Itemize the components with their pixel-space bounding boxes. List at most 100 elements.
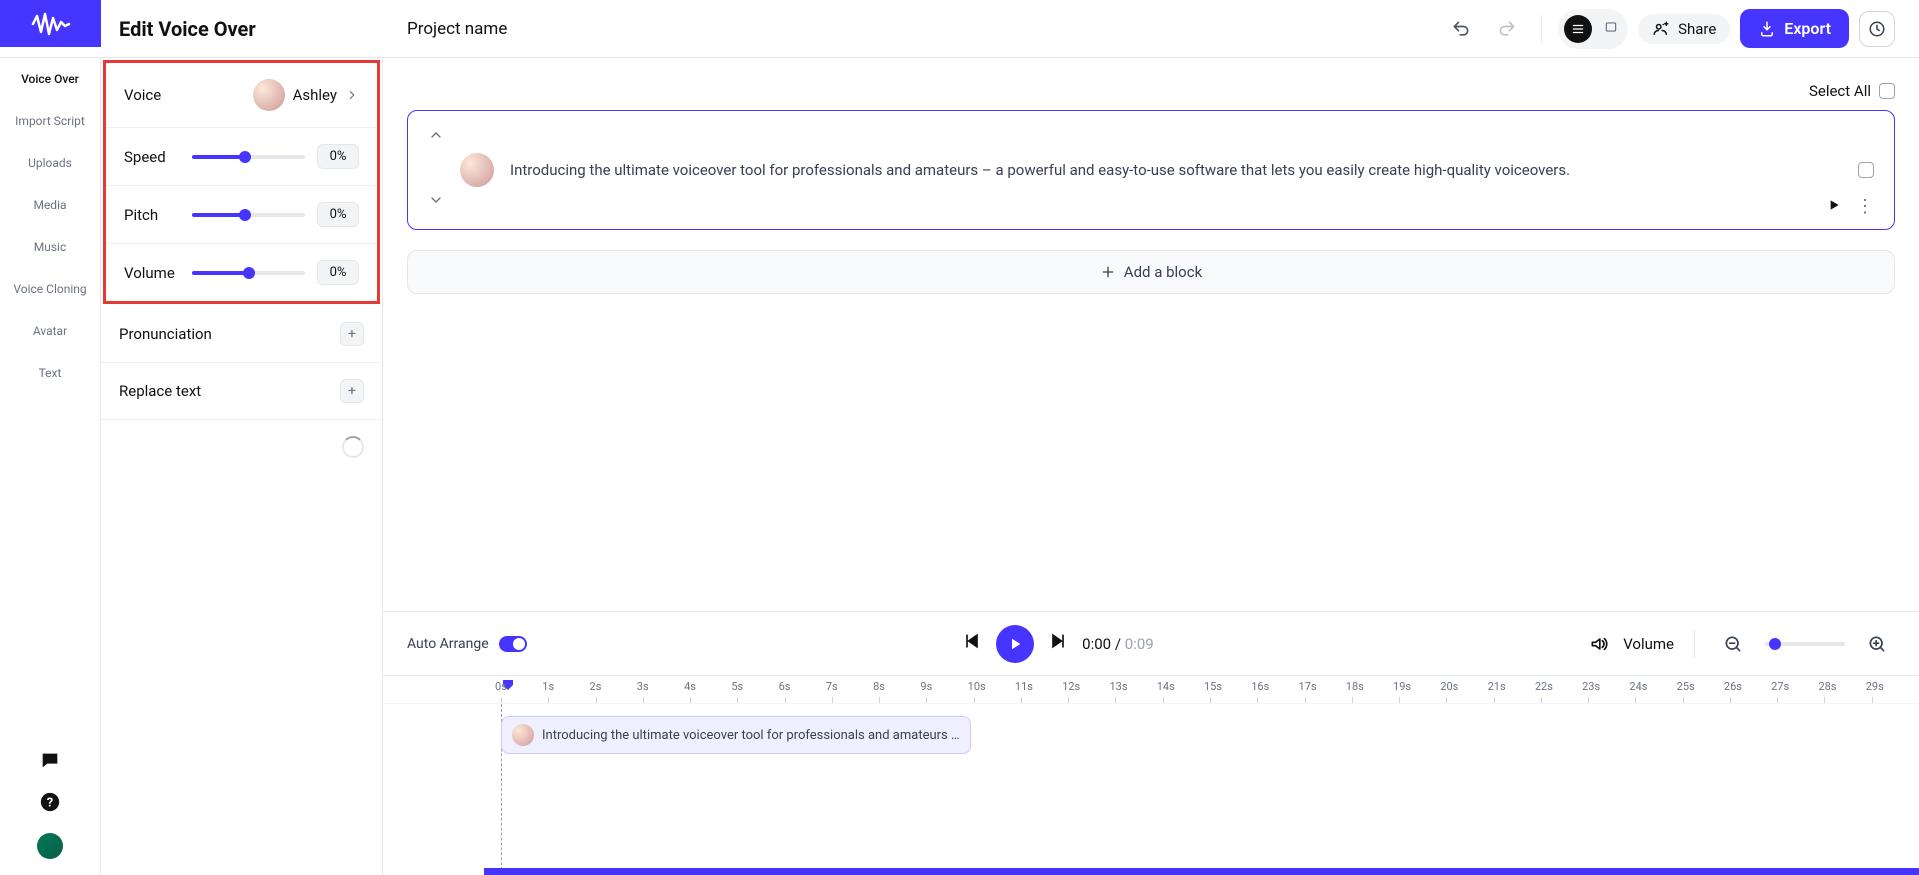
block-checkbox[interactable] xyxy=(1858,162,1874,178)
topbar: Edit Voice Over Share xyxy=(0,0,1919,58)
pitch-value: 0% xyxy=(317,202,359,227)
pronunciation-label: Pronunciation xyxy=(119,325,212,343)
nav-media[interactable]: Media xyxy=(0,184,100,226)
view-mode-toggle[interactable] xyxy=(1558,9,1628,49)
svg-text:?: ? xyxy=(47,796,53,811)
highlighted-region: Voice Ashley Speed 0% Pitc xyxy=(103,60,380,304)
tick: 0s xyxy=(501,676,548,703)
add-replace-button[interactable]: + xyxy=(340,379,364,403)
skip-back-button[interactable] xyxy=(962,631,982,656)
pitch-slider[interactable] xyxy=(192,213,305,217)
clip-text: Introducing the ultimate voiceover tool … xyxy=(542,728,960,743)
transport-right: Volume xyxy=(1589,626,1895,662)
nav-music[interactable]: Music xyxy=(0,226,100,268)
project-name-input[interactable] xyxy=(407,19,647,39)
nav-text[interactable]: Text xyxy=(0,352,100,394)
current-time: 0:00 xyxy=(1082,635,1111,653)
separator xyxy=(1541,15,1542,43)
skip-back-icon xyxy=(962,631,982,651)
nav-voice-over[interactable]: Voice Over xyxy=(0,58,100,100)
pronunciation-row: Pronunciation + xyxy=(101,306,382,363)
volume-label: Volume xyxy=(124,264,180,282)
skip-forward-icon xyxy=(1048,631,1068,651)
canvas-scroll: Select All Introducing the ultimate voic… xyxy=(383,58,1919,611)
auto-arrange-label: Auto Arrange xyxy=(407,636,489,652)
zoom-in-icon xyxy=(1867,634,1887,654)
timeline-tracks[interactable]: Introducing the ultimate voiceover tool … xyxy=(383,704,1919,875)
play-icon xyxy=(1826,197,1842,213)
separator xyxy=(1694,630,1695,658)
play-button[interactable] xyxy=(996,625,1034,663)
help-icon: ? xyxy=(39,791,61,813)
replace-text-label: Replace text xyxy=(119,382,201,400)
auto-arrange-toggle[interactable] xyxy=(499,636,527,652)
zoom-out-button[interactable] xyxy=(1715,626,1751,662)
panel-title: Edit Voice Over xyxy=(101,0,383,57)
nav-import-script[interactable]: Import Script xyxy=(0,100,100,142)
zoom-in-button[interactable] xyxy=(1859,626,1895,662)
zoom-out-icon xyxy=(1723,634,1743,654)
select-all-checkbox[interactable] xyxy=(1879,83,1895,99)
block-more-button[interactable]: ⋮ xyxy=(1856,196,1874,217)
chat-icon xyxy=(39,749,61,771)
speed-slider[interactable] xyxy=(192,155,305,159)
move-up-button[interactable] xyxy=(428,127,444,148)
side-panel: Voice Ashley Speed 0% Pitc xyxy=(101,58,383,875)
block-play-button[interactable] xyxy=(1826,197,1842,217)
block-text[interactable]: Introducing the ultimate voiceover tool … xyxy=(510,159,1842,182)
top-actions: Share Export xyxy=(1443,9,1895,49)
export-button[interactable]: Export xyxy=(1740,9,1849,48)
timeline-ruler[interactable]: 0s 1s 2s 3s 4s 5s 6s 7s 8s 9s 10s 11s 12… xyxy=(383,676,1919,704)
chevron-up-icon xyxy=(428,127,444,143)
time-display: 0:00 / 0:09 xyxy=(1082,635,1154,653)
speed-value: 0% xyxy=(317,144,359,169)
loading-row xyxy=(101,420,382,474)
add-pronunciation-button[interactable]: + xyxy=(340,322,364,346)
waveform-icon xyxy=(31,12,71,36)
chevron-down-icon xyxy=(428,192,444,208)
speed-label: Speed xyxy=(124,148,180,166)
redo-button[interactable] xyxy=(1489,11,1525,47)
pitch-label: Pitch xyxy=(124,206,180,224)
voice-row: Voice Ashley xyxy=(106,63,377,128)
add-block-button[interactable]: Add a block xyxy=(407,250,1895,294)
chat-button[interactable] xyxy=(39,749,61,775)
voice-name: Ashley xyxy=(293,86,337,104)
track-scrollbar[interactable] xyxy=(484,868,1919,875)
chevron-right-icon xyxy=(345,88,359,102)
volume-slider[interactable] xyxy=(192,271,305,275)
plus-icon xyxy=(1100,264,1116,280)
app-logo[interactable] xyxy=(0,0,101,47)
add-block-label: Add a block xyxy=(1124,263,1202,281)
volume-label: Volume xyxy=(1623,635,1674,653)
history-button[interactable] xyxy=(1859,11,1895,47)
zoom-slider[interactable] xyxy=(1765,642,1845,646)
redo-icon xyxy=(1497,19,1517,39)
project-header: Share Export xyxy=(383,0,1919,57)
spinner-icon xyxy=(342,436,364,458)
export-icon xyxy=(1758,20,1776,38)
export-label: Export xyxy=(1784,19,1831,38)
undo-button[interactable] xyxy=(1443,11,1479,47)
volume-icon xyxy=(1589,634,1609,654)
timeline-clip[interactable]: Introducing the ultimate voiceover tool … xyxy=(501,716,971,754)
move-down-button[interactable] xyxy=(428,192,444,213)
auto-arrange-control: Auto Arrange xyxy=(407,636,527,652)
left-nav-bottom: ? xyxy=(0,749,100,859)
voice-selector[interactable]: Ashley xyxy=(253,79,359,111)
help-button[interactable]: ? xyxy=(39,791,61,817)
transport-center: 0:00 / 0:09 xyxy=(547,625,1570,663)
nav-voice-cloning[interactable]: Voice Cloning xyxy=(0,268,100,310)
skip-forward-button[interactable] xyxy=(1048,631,1068,656)
block-actions xyxy=(1858,162,1874,178)
voice-block[interactable]: Introducing the ultimate voiceover tool … xyxy=(407,110,1895,230)
nav-avatar[interactable]: Avatar xyxy=(0,310,100,352)
nav-uploads[interactable]: Uploads xyxy=(0,142,100,184)
main-row: Voice Over Import Script Uploads Media M… xyxy=(0,58,1919,875)
share-button[interactable]: Share xyxy=(1638,14,1730,44)
volume-row: Volume 0% xyxy=(106,244,377,301)
timeline: 0s 1s 2s 3s 4s 5s 6s 7s 8s 9s 10s 11s 12… xyxy=(383,675,1919,875)
transport-bar: Auto Arrange 0:00 / 0:09 Volume xyxy=(383,611,1919,675)
user-avatar[interactable] xyxy=(37,833,63,859)
clip-avatar xyxy=(512,724,534,746)
